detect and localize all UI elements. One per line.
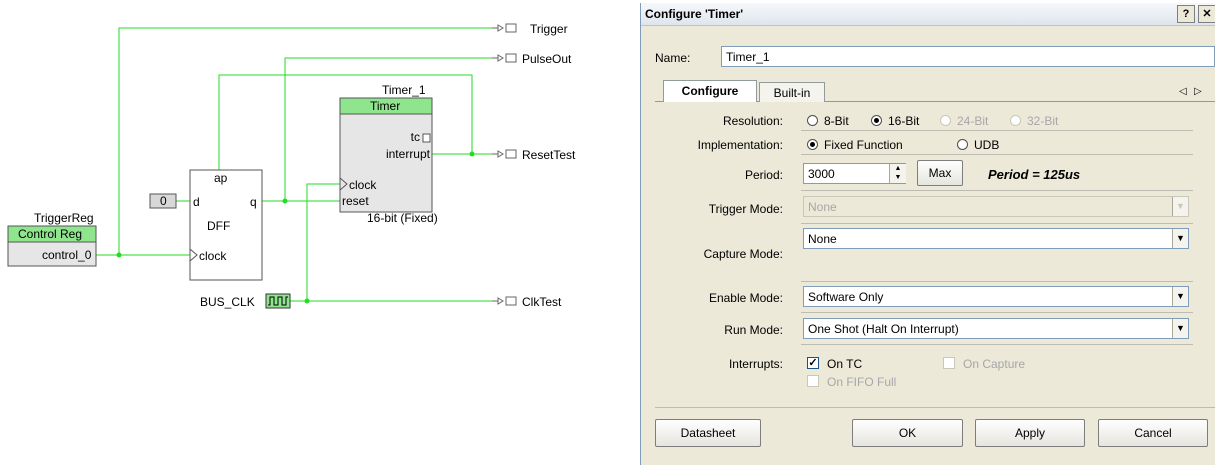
tab-scroll-left-icon[interactable]: ◁ [1179,86,1187,97]
capture-mode-select[interactable]: None ▼ [803,228,1189,249]
timer-interrupt-label: interrupt [386,147,431,161]
chevron-down-icon[interactable]: ▼ [1172,229,1188,248]
on-tc-checkbox[interactable]: ✓ [807,357,819,369]
dff-d-label: d [193,195,200,209]
period-stepper[interactable]: ▲ ▼ [889,164,906,183]
resolution-8bit-radio[interactable] [807,115,818,126]
schematic-wires: Trigger PulseOut ResetTest ClkTest Timer… [7,22,576,309]
busclk-label: BUS_CLK [200,295,255,309]
close-button[interactable]: ✕ [1198,5,1215,23]
dff-name-label: DFF [207,219,230,233]
chevron-down-icon[interactable]: ▼ [1172,319,1188,338]
capture-mode-value: None [808,232,837,246]
trigger-mode-label: Trigger Mode: [708,202,783,216]
timer-clock-label: clock [349,178,377,192]
on-capture-label: On Capture [963,357,1026,371]
timer-type-label: Timer [370,99,400,113]
dialog-title: Configure 'Timer' [645,7,744,21]
enable-mode-label: Enable Mode: [708,291,783,305]
run-mode-value: One Shot (Halt On Interrupt) [808,322,959,336]
resolution-24bit-label: 24-Bit [957,114,989,128]
resolution-32bit-label: 32-Bit [1027,114,1059,128]
chevron-down-icon[interactable]: ▼ [1172,287,1188,306]
apply-button[interactable]: Apply [975,419,1085,447]
resolution-32bit-radio [1010,115,1021,126]
tab-configure[interactable]: Configure [663,80,757,102]
period-info-text: Period = 125us [988,167,1081,182]
dff-ap-label: ap [214,171,228,185]
name-label: Name: [655,51,691,65]
resolution-24bit-radio [940,115,951,126]
datasheet-button[interactable]: Datasheet [655,419,761,447]
on-capture-checkbox [943,357,955,369]
run-mode-select[interactable]: One Shot (Halt On Interrupt) ▼ [803,318,1189,339]
capture-mode-label: Capture Mode: [703,247,783,261]
configure-timer-dialog: Configure 'Timer' ? ✕ Name: Timer_1 Conf… [640,3,1215,465]
implementation-label: Implementation: [697,138,783,152]
controlreg-port-label: control_0 [42,248,92,262]
chevron-down-icon: ▼ [1172,197,1188,216]
timer-reset-label: reset [342,194,369,208]
title-bar[interactable]: Configure 'Timer' ? ✕ [641,3,1215,26]
resolution-16bit-label: 16-Bit [888,114,920,128]
resolution-label: Resolution: [722,114,783,128]
trigger-mode-value: None [808,200,837,214]
on-fifo-full-label: On FIFO Full [827,375,897,389]
enable-mode-value: Software Only [808,290,884,304]
run-mode-label: Run Mode: [724,323,783,337]
timer-tc-label: tc [411,130,420,144]
tab-scroll-right-icon[interactable]: ▷ [1194,86,1202,97]
controlreg-type-label: Control Reg [18,227,82,241]
pin-pulseout-label: PulseOut [522,52,572,66]
max-button[interactable]: Max [917,160,963,186]
implementation-udb-label: UDB [974,138,1000,152]
resolution-8bit-label: 8-Bit [824,114,849,128]
interrupts-label: Interrupts: [728,357,783,371]
implementation-fixed-radio[interactable] [807,139,818,150]
help-button[interactable]: ? [1177,5,1195,23]
implementation-fixed-label: Fixed Function [824,138,903,152]
implementation-udb-radio[interactable] [957,139,968,150]
resolution-16bit-radio[interactable] [871,115,882,126]
ok-button[interactable]: OK [852,419,963,447]
schematic-canvas[interactable]: Trigger PulseOut ResetTest ClkTest Timer… [0,0,630,465]
const-zero-value: 0 [160,194,167,208]
enable-mode-select[interactable]: Software Only ▼ [803,286,1189,307]
period-label: Period: [744,168,783,182]
pin-trigger-label: Trigger [530,22,568,36]
pin-clktest-label: ClkTest [522,295,562,309]
pin-resettest-label: ResetTest [522,148,576,162]
on-tc-label: On TC [827,357,863,371]
cancel-button[interactable]: Cancel [1098,419,1208,447]
tab-built-in[interactable]: Built-in [759,82,825,102]
on-fifo-full-checkbox [807,375,819,387]
trigger-mode-select: None ▼ [803,196,1189,217]
timer-instance-name: Timer_1 [382,83,426,97]
timer-footer-label: 16-bit (Fixed) [367,211,438,225]
controlreg-instance-name: TriggerReg [34,211,94,225]
name-field[interactable]: Timer_1 [721,46,1215,67]
dff-clock-label: clock [199,249,227,263]
dff-q-label: q [250,195,257,209]
